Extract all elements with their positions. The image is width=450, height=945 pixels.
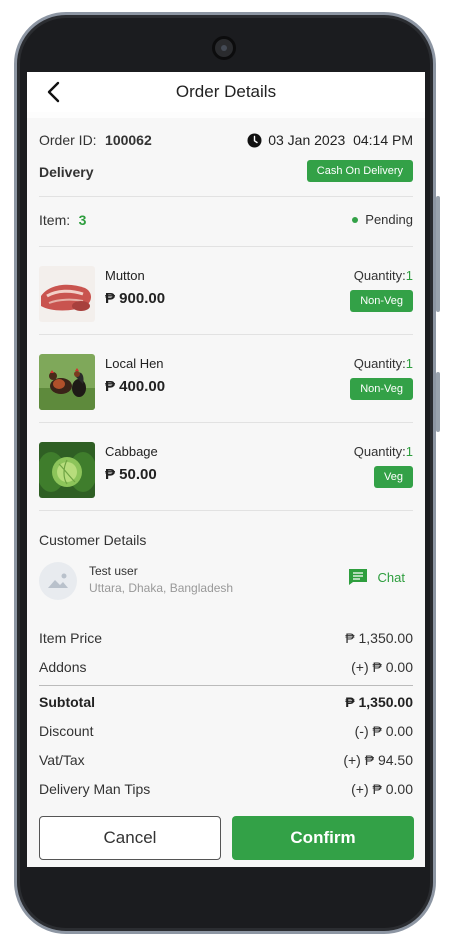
status-text: Pending [365, 212, 413, 227]
order-datetime: 03 Jan 2023 04:14 PM [247, 132, 413, 148]
item-price: ₱ 50.00 [105, 466, 157, 483]
item-name: Mutton [105, 268, 145, 283]
summary-label: Item Price [39, 630, 103, 646]
customer-name: Test user [89, 564, 138, 578]
item-quantity: Quantity:1 [354, 268, 413, 283]
order-item[interactable]: Mutton ₱ 900.00 Quantity:1 Non-Veg [39, 266, 413, 324]
divider [39, 246, 413, 247]
quantity-value: 1 [405, 356, 413, 371]
divider [39, 196, 413, 197]
order-id-row: Order ID: 100062 03 Jan 2023 04:14 PM [39, 132, 413, 152]
item-name: Cabbage [105, 444, 158, 459]
addons-row: Addons (+) ₱ 0.00 [39, 659, 413, 679]
item-price: ₱ 900.00 [105, 290, 166, 307]
order-type: Delivery [39, 164, 94, 180]
item-count-label: Item: [39, 212, 71, 228]
item-tag-badge: Non-Veg [350, 378, 413, 400]
tips-row: Delivery Man Tips (+) ₱ 0.00 [39, 781, 413, 801]
divider [39, 510, 413, 511]
summary-value: ₱ 1,350.00 [345, 694, 413, 710]
summary-value: (+) ₱ 94.50 [343, 752, 413, 768]
confirm-button[interactable]: Confirm [232, 816, 414, 860]
local-hen-image [39, 354, 95, 410]
customer-row: Test user Uttara, Dhaka, Bangladesh Chat [39, 562, 413, 604]
mutton-image [39, 266, 95, 322]
item-tag-badge: Non-Veg [350, 290, 413, 312]
summary-label: Addons [39, 659, 87, 675]
item-tag-badge: Veg [374, 466, 413, 488]
summary-label: Delivery Man Tips [39, 781, 151, 797]
order-card: Order ID: 100062 03 Jan 2023 04:14 PM De… [27, 118, 425, 867]
chat-label: Chat [377, 569, 405, 585]
order-status: Pending [352, 212, 413, 227]
item-count-row: Item: 3 Pending [39, 212, 413, 232]
payment-method-badge: Cash On Delivery [306, 160, 413, 182]
power-button [436, 372, 440, 432]
summary-value: (+) ₱ 0.00 [351, 781, 413, 797]
order-item[interactable]: Local Hen ₱ 400.00 Quantity:1 Non-Veg [39, 354, 413, 412]
subtotal-row: Subtotal ₱ 1,350.00 [39, 694, 413, 714]
customer-section-title: Customer Details [39, 532, 413, 552]
quantity-label: Quantity: [353, 268, 406, 283]
avatar [39, 562, 77, 600]
summary-label: Subtotal [39, 694, 95, 710]
item-price: ₱ 400.00 [105, 378, 166, 395]
vat-row: Vat/Tax (+) ₱ 94.50 [39, 752, 413, 772]
front-camera [212, 36, 236, 60]
item-quantity: Quantity:1 [354, 444, 413, 459]
quantity-label: Quantity: [353, 444, 406, 459]
divider [39, 334, 413, 335]
datetime-text: 03 Jan 2023 04:14 PM [268, 132, 413, 148]
item-quantity: Quantity:1 [354, 356, 413, 371]
divider [39, 422, 413, 423]
item-price-row: Item Price ₱ 1,350.00 [39, 630, 413, 650]
cabbage-image [39, 442, 95, 498]
quantity-value: 1 [405, 444, 413, 459]
quantity-value: 1 [405, 268, 413, 283]
summary-label: Vat/Tax [39, 752, 85, 768]
app-screen: Order Details Order ID: 100062 03 Jan 20… [27, 72, 425, 867]
summary-value: ₱ 1,350.00 [345, 630, 413, 646]
discount-row: Discount (-) ₱ 0.00 [39, 723, 413, 743]
item-count-value: 3 [78, 212, 87, 228]
chat-icon [348, 568, 368, 586]
order-id-value: 100062 [105, 132, 152, 148]
cancel-button[interactable]: Cancel [39, 816, 221, 860]
top-bar: Order Details [27, 72, 425, 112]
order-item[interactable]: Cabbage ₱ 50.00 Quantity:1 Veg [39, 442, 413, 500]
item-name: Local Hen [105, 356, 164, 371]
delivery-row: Delivery Cash On Delivery [39, 160, 413, 186]
summary-label: Discount [39, 723, 94, 739]
summary-value: (+) ₱ 0.00 [351, 659, 413, 675]
chat-button[interactable]: Chat [348, 568, 405, 586]
image-placeholder-icon [48, 573, 68, 588]
volume-button [436, 196, 440, 312]
clock-icon [247, 133, 262, 148]
quantity-label: Quantity: [353, 356, 406, 371]
page-title: Order Details [175, 82, 277, 101]
status-dot-icon [352, 216, 359, 223]
customer-address: Uttara, Dhaka, Bangladesh [89, 581, 234, 595]
order-id-label: Order ID: [39, 132, 97, 148]
summary-value: (-) ₱ 0.00 [354, 723, 413, 739]
customer-section-label: Customer Details [39, 532, 147, 548]
divider [39, 685, 413, 686]
